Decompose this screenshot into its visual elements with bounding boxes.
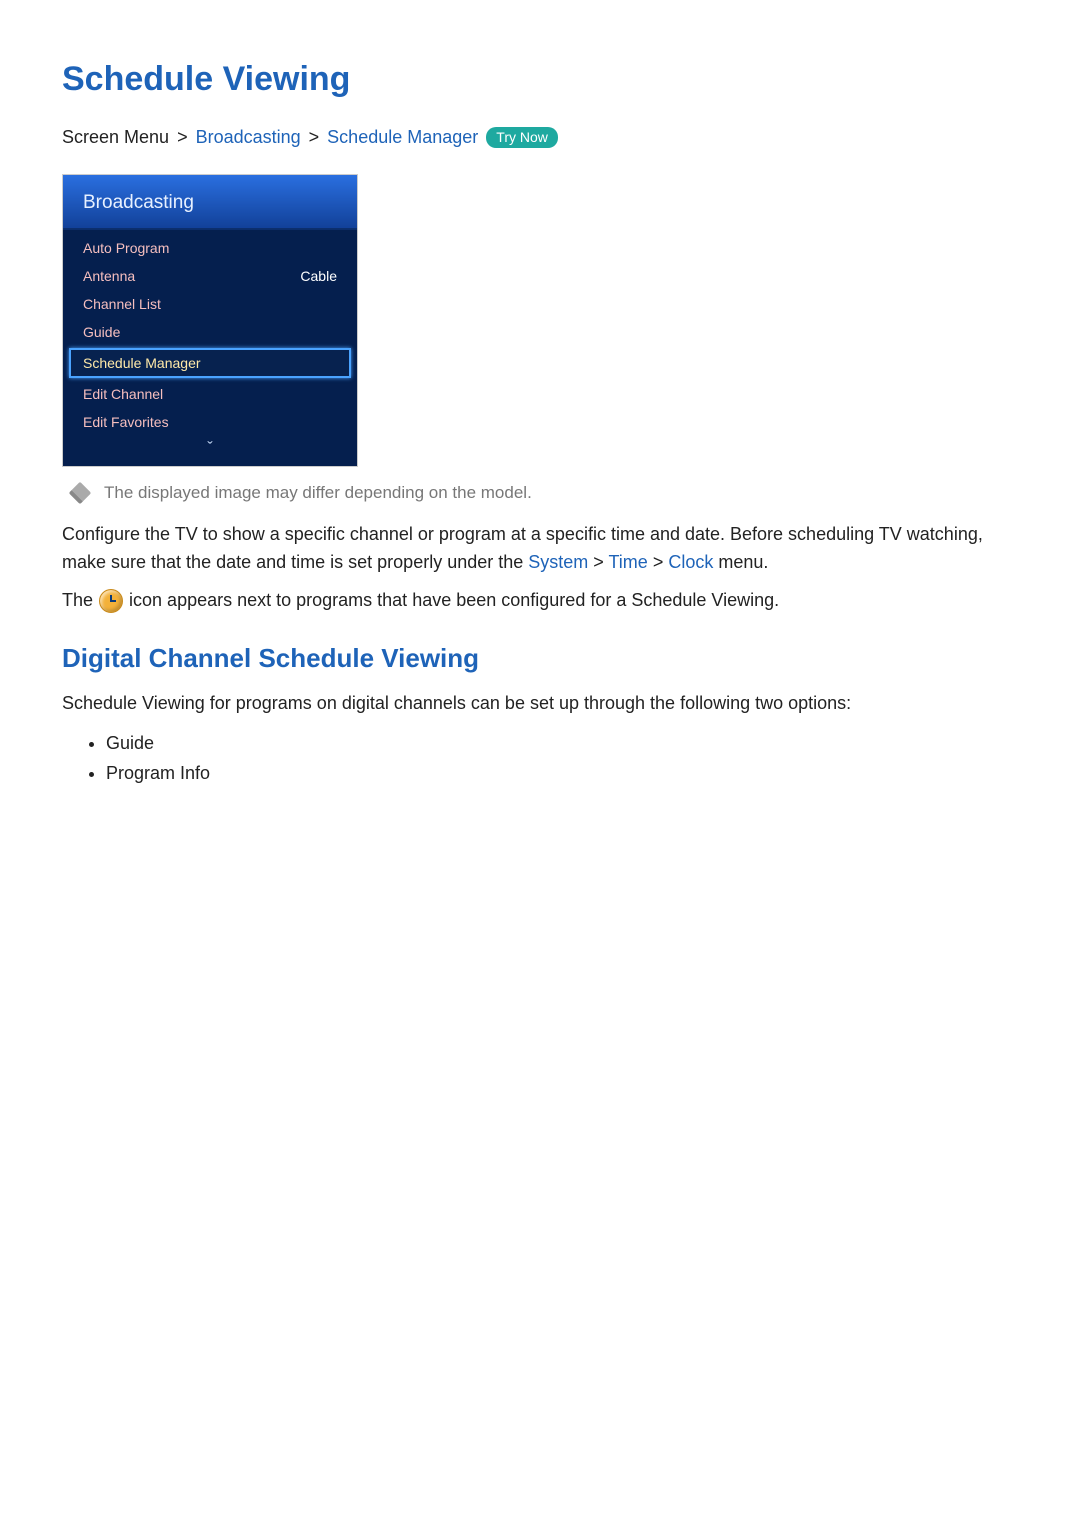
image-note-text: The displayed image may differ depending… — [104, 483, 532, 503]
tv-menu-item-guide: Guide — [63, 318, 357, 346]
list-item: Program Info — [106, 758, 1020, 789]
tv-menu-list: Auto Program Antenna Cable Channel List … — [63, 228, 357, 466]
body-text: menu. — [713, 552, 768, 572]
options-list: Guide Program Info — [62, 728, 1020, 789]
body-text: icon appears next to programs that have … — [129, 587, 779, 615]
body-paragraph-2: The icon appears next to programs that h… — [62, 587, 1020, 615]
tv-menu-item-label: Guide — [83, 324, 120, 340]
try-now-badge[interactable]: Try Now — [486, 127, 558, 148]
breadcrumb-sep: > — [177, 127, 188, 148]
page-title: Schedule Viewing — [62, 60, 1020, 99]
body-sep: > — [588, 552, 608, 572]
tv-menu-item-channel-list: Channel List — [63, 290, 357, 318]
tv-menu-header: Broadcasting — [63, 175, 357, 228]
list-item: Guide — [106, 728, 1020, 759]
tv-menu-item-label: Edit Favorites — [83, 414, 169, 430]
chevron-down-icon: ˇ — [63, 436, 357, 466]
tv-menu-item-label: Channel List — [83, 296, 161, 312]
body-text: The — [62, 587, 93, 615]
tv-menu-item-schedule-manager: Schedule Manager — [69, 348, 351, 378]
link-system[interactable]: System — [528, 552, 588, 572]
pencil-icon — [69, 482, 92, 505]
body-sep: > — [648, 552, 669, 572]
tv-menu-item-value: Cable — [300, 268, 337, 284]
breadcrumb-sep: > — [309, 127, 320, 148]
tv-menu-item-label: Schedule Manager — [83, 355, 201, 371]
breadcrumb-broadcasting[interactable]: Broadcasting — [196, 127, 301, 148]
body-paragraph-1: Configure the TV to show a specific chan… — [62, 521, 1020, 577]
body-text: Configure the TV to show a specific chan… — [62, 524, 983, 572]
link-clock[interactable]: Clock — [668, 552, 713, 572]
tv-menu-item-label: Edit Channel — [83, 386, 163, 402]
link-time[interactable]: Time — [608, 552, 647, 572]
image-note: The displayed image may differ depending… — [72, 483, 1020, 503]
tv-menu-screenshot: Broadcasting Auto Program Antenna Cable … — [62, 174, 358, 467]
tv-menu-item-auto-program: Auto Program — [63, 234, 357, 262]
tv-menu-item-label: Antenna — [83, 268, 135, 284]
breadcrumb-schedule-manager[interactable]: Schedule Manager — [327, 127, 478, 148]
section-subtitle: Digital Channel Schedule Viewing — [62, 643, 1020, 674]
tv-menu-item-antenna: Antenna Cable — [63, 262, 357, 290]
tv-menu-item-label: Auto Program — [83, 240, 169, 256]
body-paragraph-3: Schedule Viewing for programs on digital… — [62, 690, 1020, 718]
breadcrumb: Screen Menu > Broadcasting > Schedule Ma… — [62, 127, 1020, 148]
tv-menu-item-edit-favorites: Edit Favorites — [63, 408, 357, 436]
clock-icon — [99, 589, 123, 613]
tv-menu-item-edit-channel: Edit Channel — [63, 380, 357, 408]
breadcrumb-prefix: Screen Menu — [62, 127, 169, 148]
